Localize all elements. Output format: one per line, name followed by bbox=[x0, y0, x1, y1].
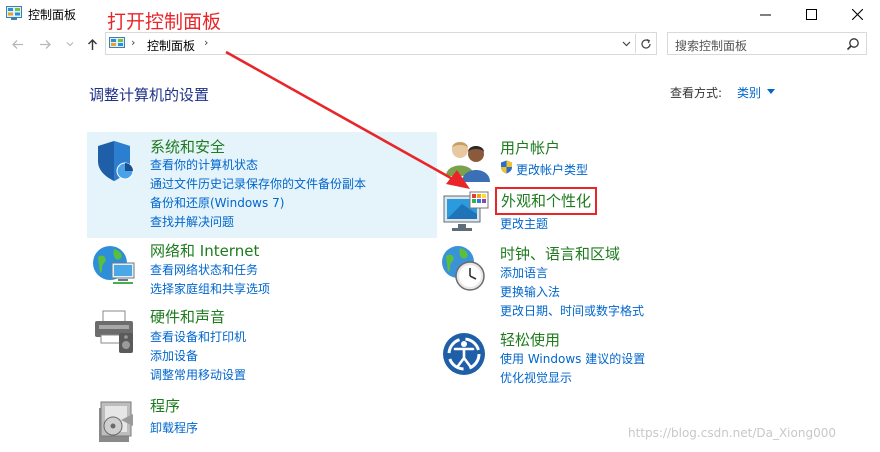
category-title[interactable]: 用户帐户 bbox=[500, 137, 560, 158]
link-network-status[interactable]: 查看网络状态和任务 bbox=[150, 261, 258, 278]
forward-button[interactable] bbox=[38, 37, 52, 51]
link-homegroup-sharing[interactable]: 选择家庭组和共享选项 bbox=[150, 280, 270, 297]
control-panel-icon bbox=[109, 37, 125, 48]
link-uninstall-program[interactable]: 卸载程序 bbox=[150, 419, 198, 436]
category-title[interactable]: 系统和安全 bbox=[150, 136, 225, 157]
arrow-left-icon bbox=[11, 39, 23, 49]
link-file-history[interactable]: 通过文件历史记录保存你的文件备份副本 bbox=[150, 175, 366, 192]
programs-icon bbox=[99, 401, 133, 442]
category-appearance-personalization[interactable]: 外观和个性化 更改主题 bbox=[440, 186, 870, 234]
breadcrumb-separator[interactable]: › bbox=[204, 36, 208, 49]
refresh-icon bbox=[641, 38, 651, 49]
link-devices-printers[interactable]: 查看设备和打印机 bbox=[150, 328, 246, 345]
watermark-text: https://blog.csdn.net/Da_Xiong000 bbox=[628, 426, 836, 440]
maximize-button[interactable] bbox=[788, 0, 834, 28]
link-date-time-format[interactable]: 更改日期、时间或数字格式 bbox=[500, 302, 644, 319]
caret-down-icon[interactable] bbox=[767, 89, 775, 94]
address-dropdown-button[interactable] bbox=[617, 34, 635, 53]
view-by-label: 查看方式: bbox=[670, 86, 723, 100]
category-programs[interactable]: 程序 卸载程序 bbox=[87, 395, 437, 445]
category-title[interactable]: 网络和 Internet bbox=[150, 240, 259, 261]
link-recommended-settings[interactable]: 使用 Windows 建议的设置 bbox=[500, 350, 645, 367]
link-mobility-settings[interactable]: 调整常用移动设置 bbox=[150, 366, 246, 383]
display-palette-icon bbox=[443, 191, 489, 231]
maximize-icon bbox=[805, 8, 817, 20]
link-change-input-method[interactable]: 更换输入法 bbox=[500, 283, 560, 300]
breadcrumb-control-panel[interactable]: 控制面板 bbox=[147, 37, 195, 54]
category-title[interactable]: 硬件和声音 bbox=[150, 306, 225, 327]
category-hardware-sound[interactable]: 硬件和声音 查看设备和打印机 添加设备 调整常用移动设置 bbox=[87, 306, 437, 386]
view-by-dropdown[interactable]: 类别 bbox=[737, 84, 761, 101]
link-view-computer-status[interactable]: 查看你的计算机状态 bbox=[150, 156, 258, 173]
users-icon bbox=[446, 142, 490, 182]
arrow-right-icon bbox=[39, 39, 51, 49]
close-icon bbox=[851, 8, 863, 20]
up-button[interactable] bbox=[85, 37, 99, 51]
chevron-down-icon bbox=[622, 41, 630, 47]
link-add-language[interactable]: 添加语言 bbox=[500, 264, 548, 281]
minimize-button[interactable] bbox=[742, 0, 788, 28]
shield-icon bbox=[98, 141, 134, 181]
recent-locations-button[interactable] bbox=[63, 37, 77, 51]
link-backup-restore[interactable]: 备份和还原(Windows 7) bbox=[150, 194, 284, 211]
link-troubleshoot[interactable]: 查找并解决问题 bbox=[150, 213, 234, 230]
category-user-accounts[interactable]: 用户帐户 更改帐户类型 bbox=[440, 136, 870, 182]
category-clock-language-region[interactable]: 时钟、语言和区域 添加语言 更换输入法 更改日期、时间或数字格式 bbox=[440, 242, 870, 322]
clock-globe-icon bbox=[442, 246, 485, 291]
category-title[interactable]: 程序 bbox=[150, 395, 180, 416]
chevron-down-icon bbox=[66, 42, 74, 47]
network-globe-icon bbox=[93, 246, 135, 284]
link-change-theme[interactable]: 更改主题 bbox=[500, 215, 548, 232]
search-input[interactable]: 搜索控制面板 bbox=[675, 37, 747, 54]
search-box[interactable]: 搜索控制面板 bbox=[667, 32, 867, 55]
close-button[interactable] bbox=[834, 0, 880, 28]
category-network-internet[interactable]: 网络和 Internet 查看网络状态和任务 选择家庭组和共享选项 bbox=[87, 240, 437, 302]
category-title[interactable]: 外观和个性化 bbox=[495, 187, 598, 215]
window-title: 控制面板 bbox=[28, 8, 77, 22]
uac-shield-icon bbox=[501, 160, 512, 174]
link-optimize-visual-display[interactable]: 优化视觉显示 bbox=[500, 369, 572, 386]
refresh-button[interactable] bbox=[635, 34, 656, 53]
link-add-device[interactable]: 添加设备 bbox=[150, 347, 198, 364]
control-panel-icon bbox=[6, 6, 22, 20]
breadcrumb-separator[interactable]: › bbox=[131, 36, 135, 49]
link-change-account-type[interactable]: 更改帐户类型 bbox=[516, 161, 588, 178]
minimize-icon bbox=[759, 14, 771, 15]
category-title[interactable]: 时钟、语言和区域 bbox=[500, 243, 620, 264]
back-button[interactable] bbox=[10, 37, 24, 51]
annotation-title: 打开控制面板 bbox=[107, 11, 222, 33]
printer-icon bbox=[95, 310, 133, 353]
category-ease-of-access[interactable]: 轻松使用 使用 Windows 建议的设置 优化视觉显示 bbox=[440, 328, 870, 388]
category-title[interactable]: 轻松使用 bbox=[500, 329, 560, 350]
page-heading: 调整计算机的设置 bbox=[89, 86, 210, 104]
arrow-up-icon bbox=[87, 38, 97, 50]
category-system-security[interactable]: 系统和安全 查看你的计算机状态 通过文件历史记录保存你的文件备份副本 备份和还原… bbox=[87, 132, 437, 238]
address-bar[interactable]: › 控制面板 › bbox=[105, 32, 657, 55]
ease-of-access-icon bbox=[443, 333, 485, 375]
search-icon[interactable] bbox=[846, 37, 860, 51]
